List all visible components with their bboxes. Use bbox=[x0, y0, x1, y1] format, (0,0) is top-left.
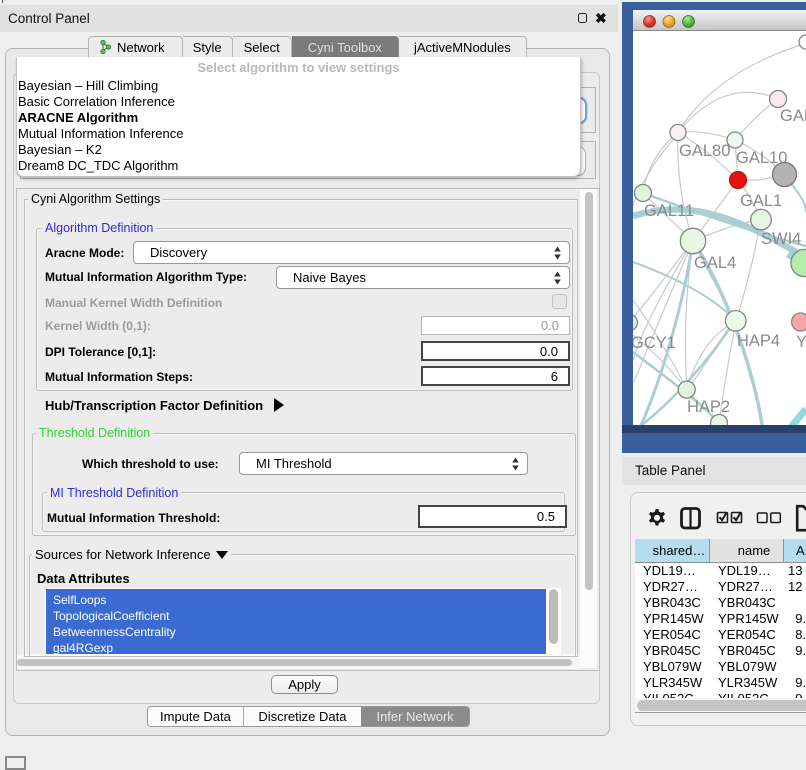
svg-text:GAL80: GAL80 bbox=[679, 142, 730, 160]
svg-text:GAL11: GAL11 bbox=[644, 202, 694, 220]
svg-text:GAL7: GAL7 bbox=[780, 107, 806, 125]
svg-text:GAL10: GAL10 bbox=[736, 149, 787, 167]
svg-text:YE: YE bbox=[796, 333, 806, 351]
svg-text:HAP4: HAP4 bbox=[737, 332, 780, 350]
svg-text:SWI4: SWI4 bbox=[761, 230, 801, 248]
svg-text:GAL1: GAL1 bbox=[740, 192, 782, 210]
svg-text:GAL4: GAL4 bbox=[694, 254, 736, 272]
svg-text:GCY1: GCY1 bbox=[633, 334, 676, 352]
svg-text:HAP2: HAP2 bbox=[687, 398, 730, 416]
